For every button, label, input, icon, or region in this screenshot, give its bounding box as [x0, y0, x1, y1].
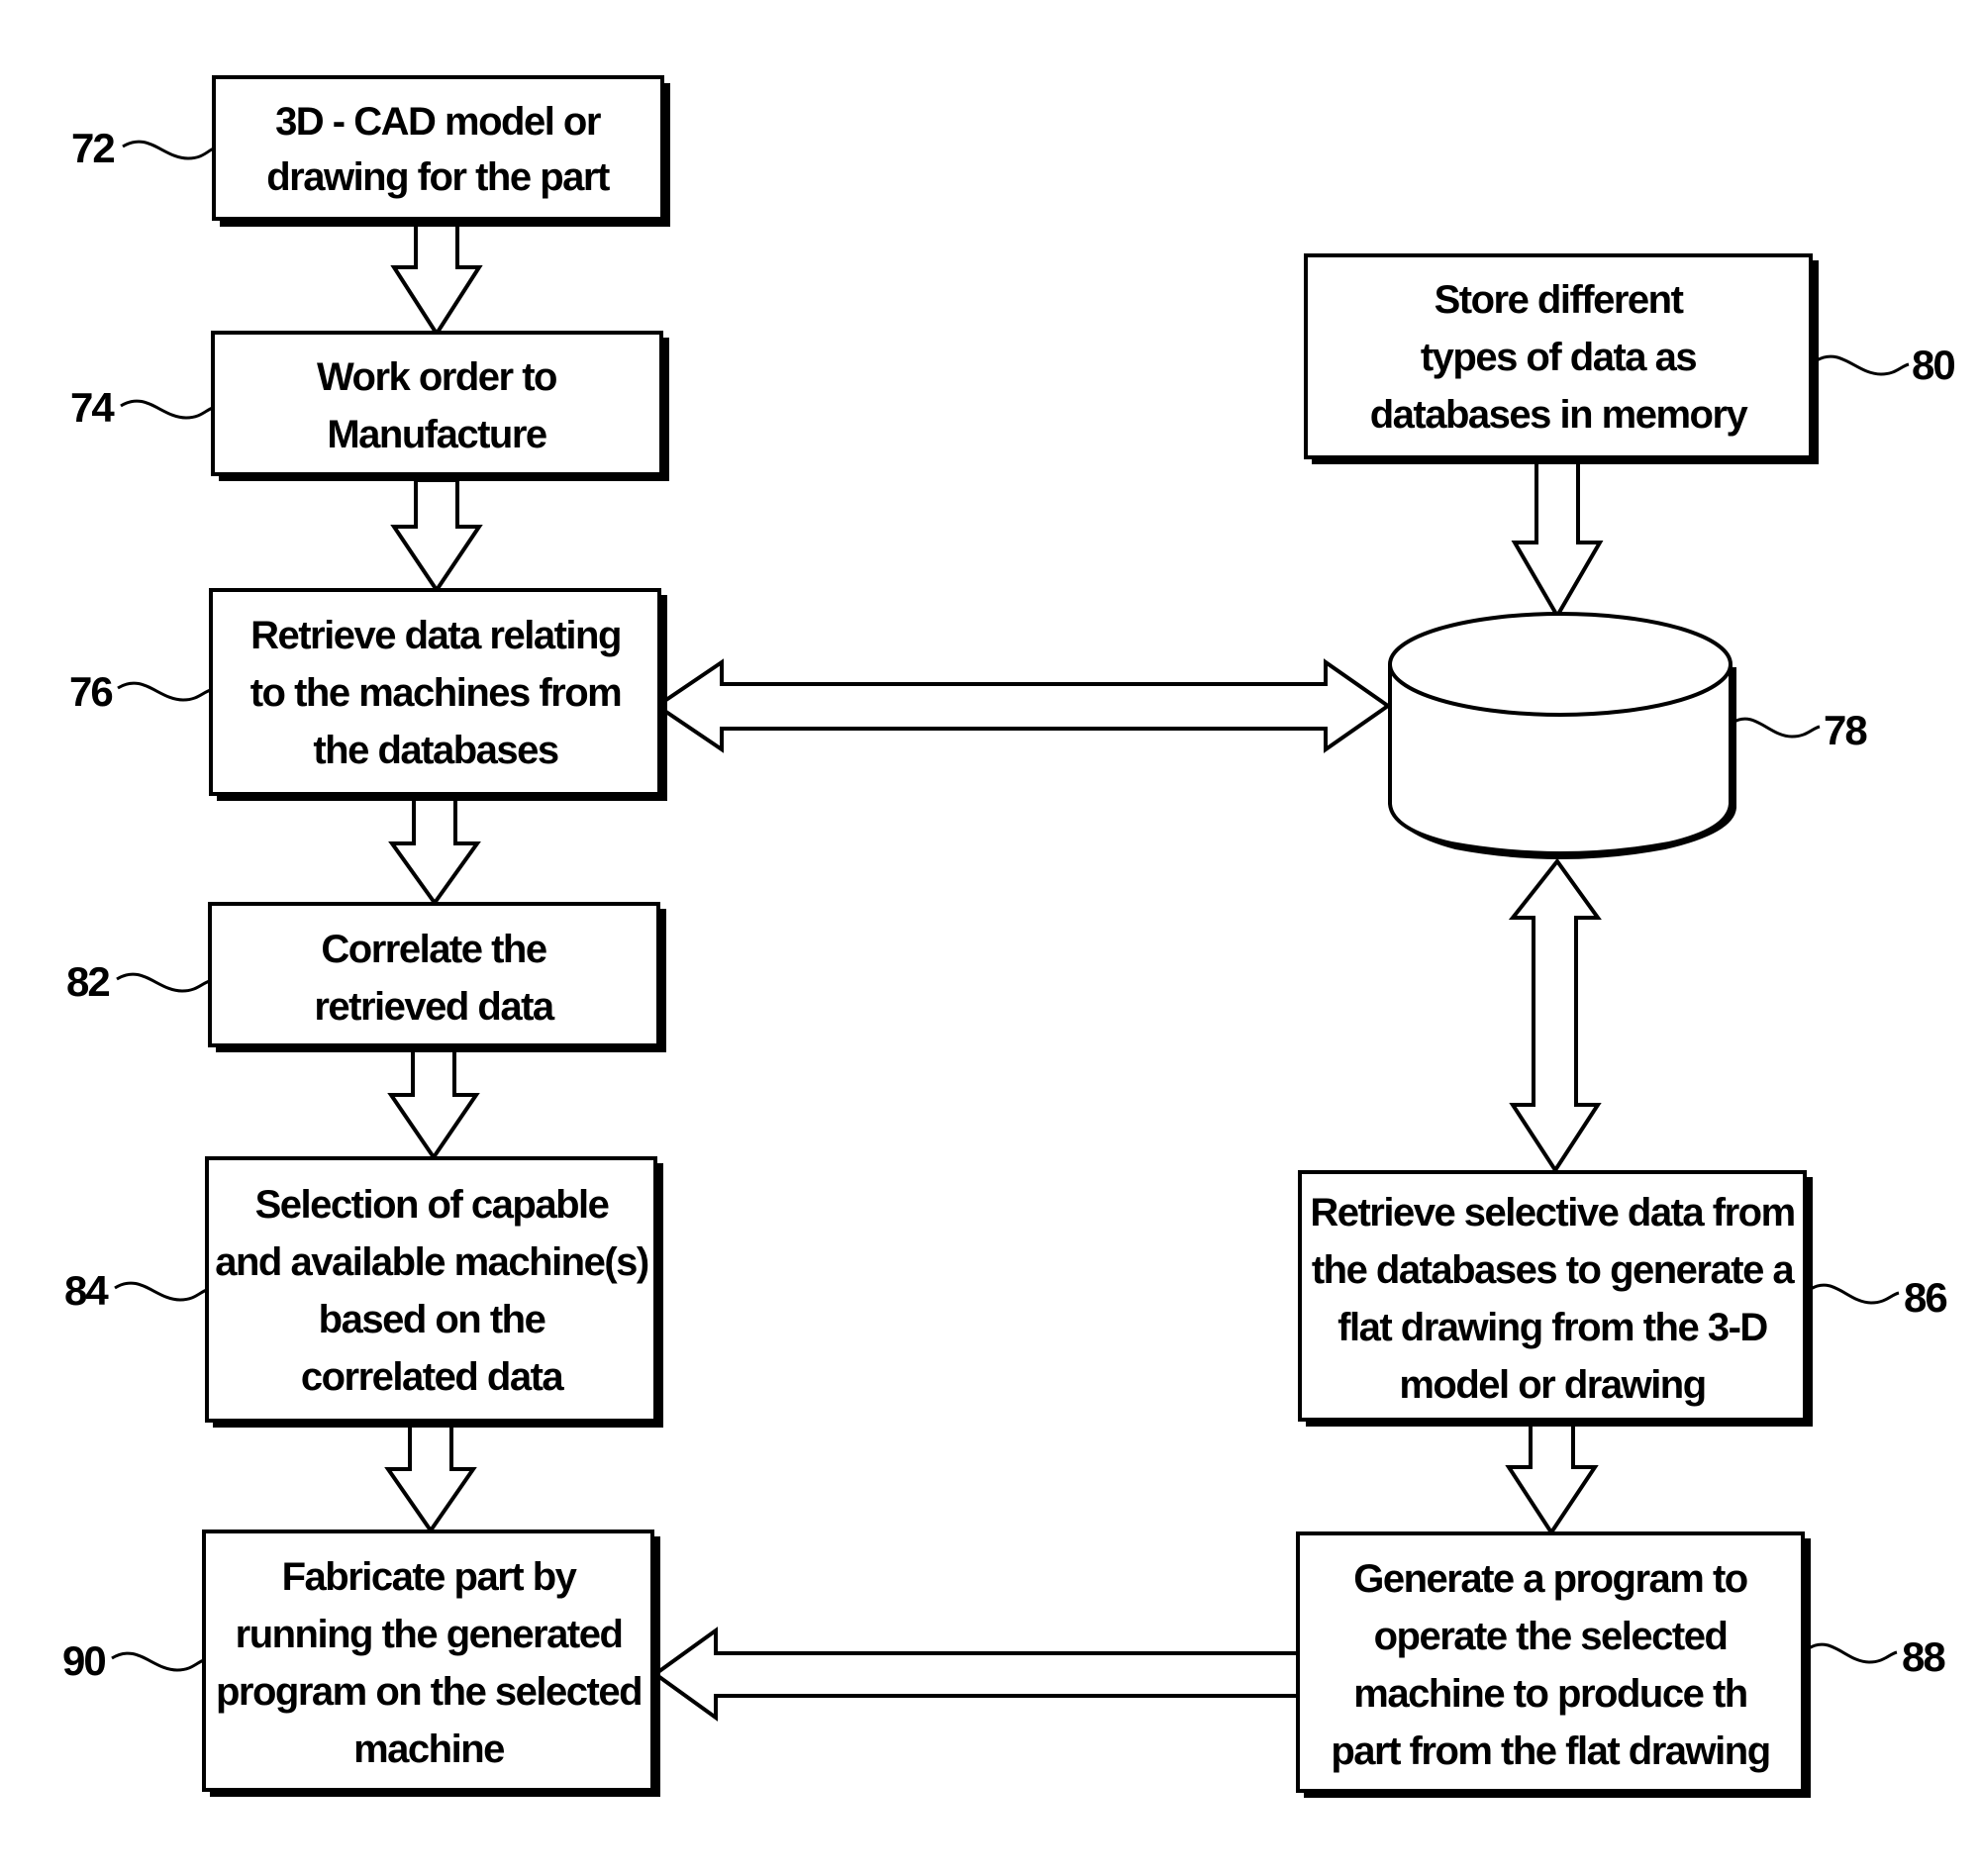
arrow-74-to-76: [390, 478, 483, 594]
box-72-line-1: 3D - CAD model or: [275, 100, 601, 144]
leader-80: [1816, 354, 1910, 376]
ref-label-76: 76: [69, 668, 112, 715]
process-box-82: Correlate the retrieved data: [208, 902, 666, 1052]
box-86-line-4: model or drawing: [1399, 1363, 1705, 1407]
box-90-line-3: program on the selected: [216, 1670, 642, 1714]
box-88-line-3: machine to produce th: [1353, 1672, 1746, 1716]
process-box-88: Generate a program to operate the select…: [1296, 1531, 1811, 1798]
process-box-72: 3D - CAD model or drawing for the part: [212, 75, 670, 227]
process-box-80: Store different types of data as databas…: [1304, 253, 1819, 464]
box-80-line-2: types of data as: [1421, 336, 1697, 379]
arrow-86-to-88: [1505, 1419, 1599, 1536]
ref-label-78: 78: [1824, 707, 1867, 753]
ref-label-90: 90: [62, 1637, 105, 1684]
box-90-line-4: machine: [353, 1728, 504, 1771]
box-86-line-2: the databases to generate a: [1312, 1248, 1796, 1292]
arrow-76-to-82: [388, 793, 481, 907]
process-box-86: Retrieve selective data from the databas…: [1298, 1170, 1813, 1427]
leader-86: [1810, 1283, 1900, 1305]
leader-72: [122, 140, 215, 160]
box-84-line-4: correlated data: [301, 1355, 565, 1399]
database-cylinder-top: [1388, 612, 1732, 717]
arrow-72-to-74: [390, 218, 483, 338]
leader-90: [111, 1651, 205, 1672]
leader-88: [1808, 1642, 1898, 1664]
process-box-84: Selection of capable and available machi…: [205, 1156, 663, 1428]
arrow-88-to-90: [651, 1627, 1301, 1722]
box-82-line-2: retrieved data: [314, 985, 555, 1029]
process-box-76: Retrieve data relating to the machines f…: [209, 588, 667, 801]
ref-label-88: 88: [1902, 1633, 1945, 1680]
arrow-84-to-90: [384, 1420, 477, 1534]
ref-label-74: 74: [70, 384, 115, 431]
box-80-line-3: databases in memory: [1370, 393, 1749, 437]
box-84-line-1: Selection of capable: [255, 1183, 609, 1227]
flowchart: 3D - CAD model or drawing for the part W…: [62, 75, 1956, 1798]
leader-76: [117, 681, 212, 702]
database-cylinder-78: [1388, 612, 1736, 859]
box-74-line-2: Manufacture: [327, 413, 546, 456]
box-76-line-1: Retrieve data relating: [250, 614, 621, 657]
ref-label-84: 84: [64, 1267, 109, 1314]
ref-label-80: 80: [1912, 342, 1954, 388]
leader-82: [116, 972, 211, 993]
box-84-line-2: and available machine(s): [215, 1240, 648, 1284]
arrow-82-to-84: [387, 1044, 480, 1161]
box-90-line-1: Fabricate part by: [282, 1555, 578, 1599]
leader-84: [114, 1281, 208, 1302]
leader-78: [1732, 717, 1821, 739]
box-88-line-1: Generate a program to: [1353, 1557, 1747, 1601]
box-74-line-1: Work order to: [317, 355, 556, 399]
process-box-90: Fabricate part by running the generated …: [202, 1530, 660, 1797]
box-88-line-2: operate the selected: [1374, 1615, 1728, 1658]
box-80-line-1: Store different: [1435, 278, 1684, 322]
arrow-80-to-78: [1511, 455, 1604, 620]
box-72-line-2: drawing for the part: [266, 155, 610, 199]
leader-74: [120, 399, 214, 420]
box-84-line-3: based on the: [319, 1298, 545, 1341]
box-82-line-1: Correlate the: [321, 928, 545, 971]
box-86-line-1: Retrieve selective data from: [1310, 1191, 1794, 1234]
ref-label-86: 86: [1904, 1274, 1946, 1321]
box-88-line-4: part from the flat drawing: [1331, 1729, 1769, 1773]
box-76-line-2: to the machines from: [250, 671, 622, 715]
ref-label-72: 72: [71, 125, 114, 171]
arrow-78-86-bidirectional: [1508, 857, 1602, 1174]
arrow-76-78-bidirectional: [653, 658, 1392, 753]
process-box-74: Work order to Manufacture: [211, 331, 669, 481]
box-86-line-3: flat drawing from the 3-D: [1337, 1306, 1767, 1349]
ref-label-82: 82: [66, 958, 109, 1005]
box-90-line-2: running the generated: [236, 1613, 623, 1656]
box-76-line-3: the databases: [313, 729, 558, 772]
